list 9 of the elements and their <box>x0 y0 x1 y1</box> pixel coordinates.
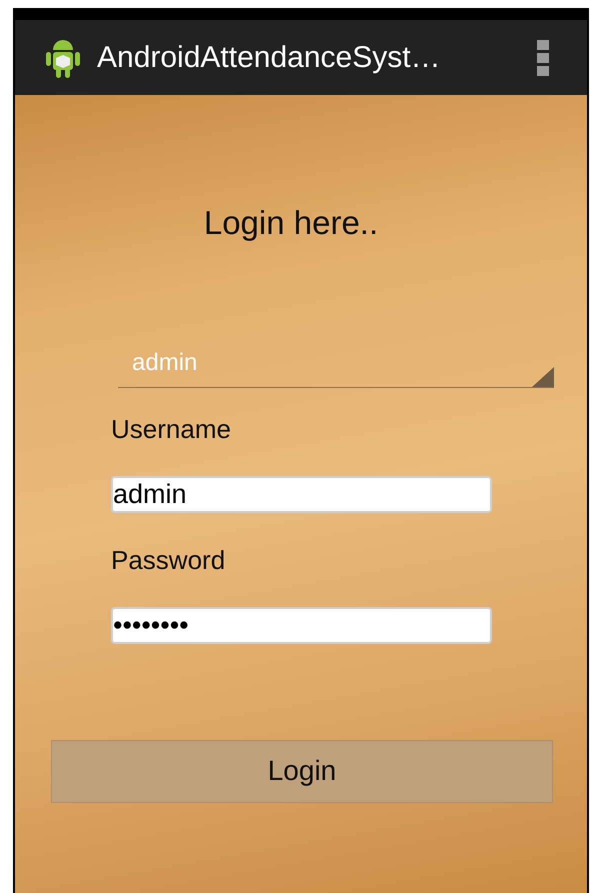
input-field[interactable]: admin <box>111 476 492 512</box>
field-label: Password <box>111 544 226 576</box>
input-field[interactable]: •••••••• <box>111 606 492 644</box>
dropdown-triangle-icon <box>532 366 554 386</box>
field-label: Username <box>111 412 232 446</box>
overflow-menu-icon[interactable] <box>537 40 549 76</box>
app-title: AndroidAttendanceSyst… <box>97 40 441 76</box>
login-button[interactable]: Login <box>51 740 553 802</box>
page-heading: Login here.. <box>202 203 380 243</box>
